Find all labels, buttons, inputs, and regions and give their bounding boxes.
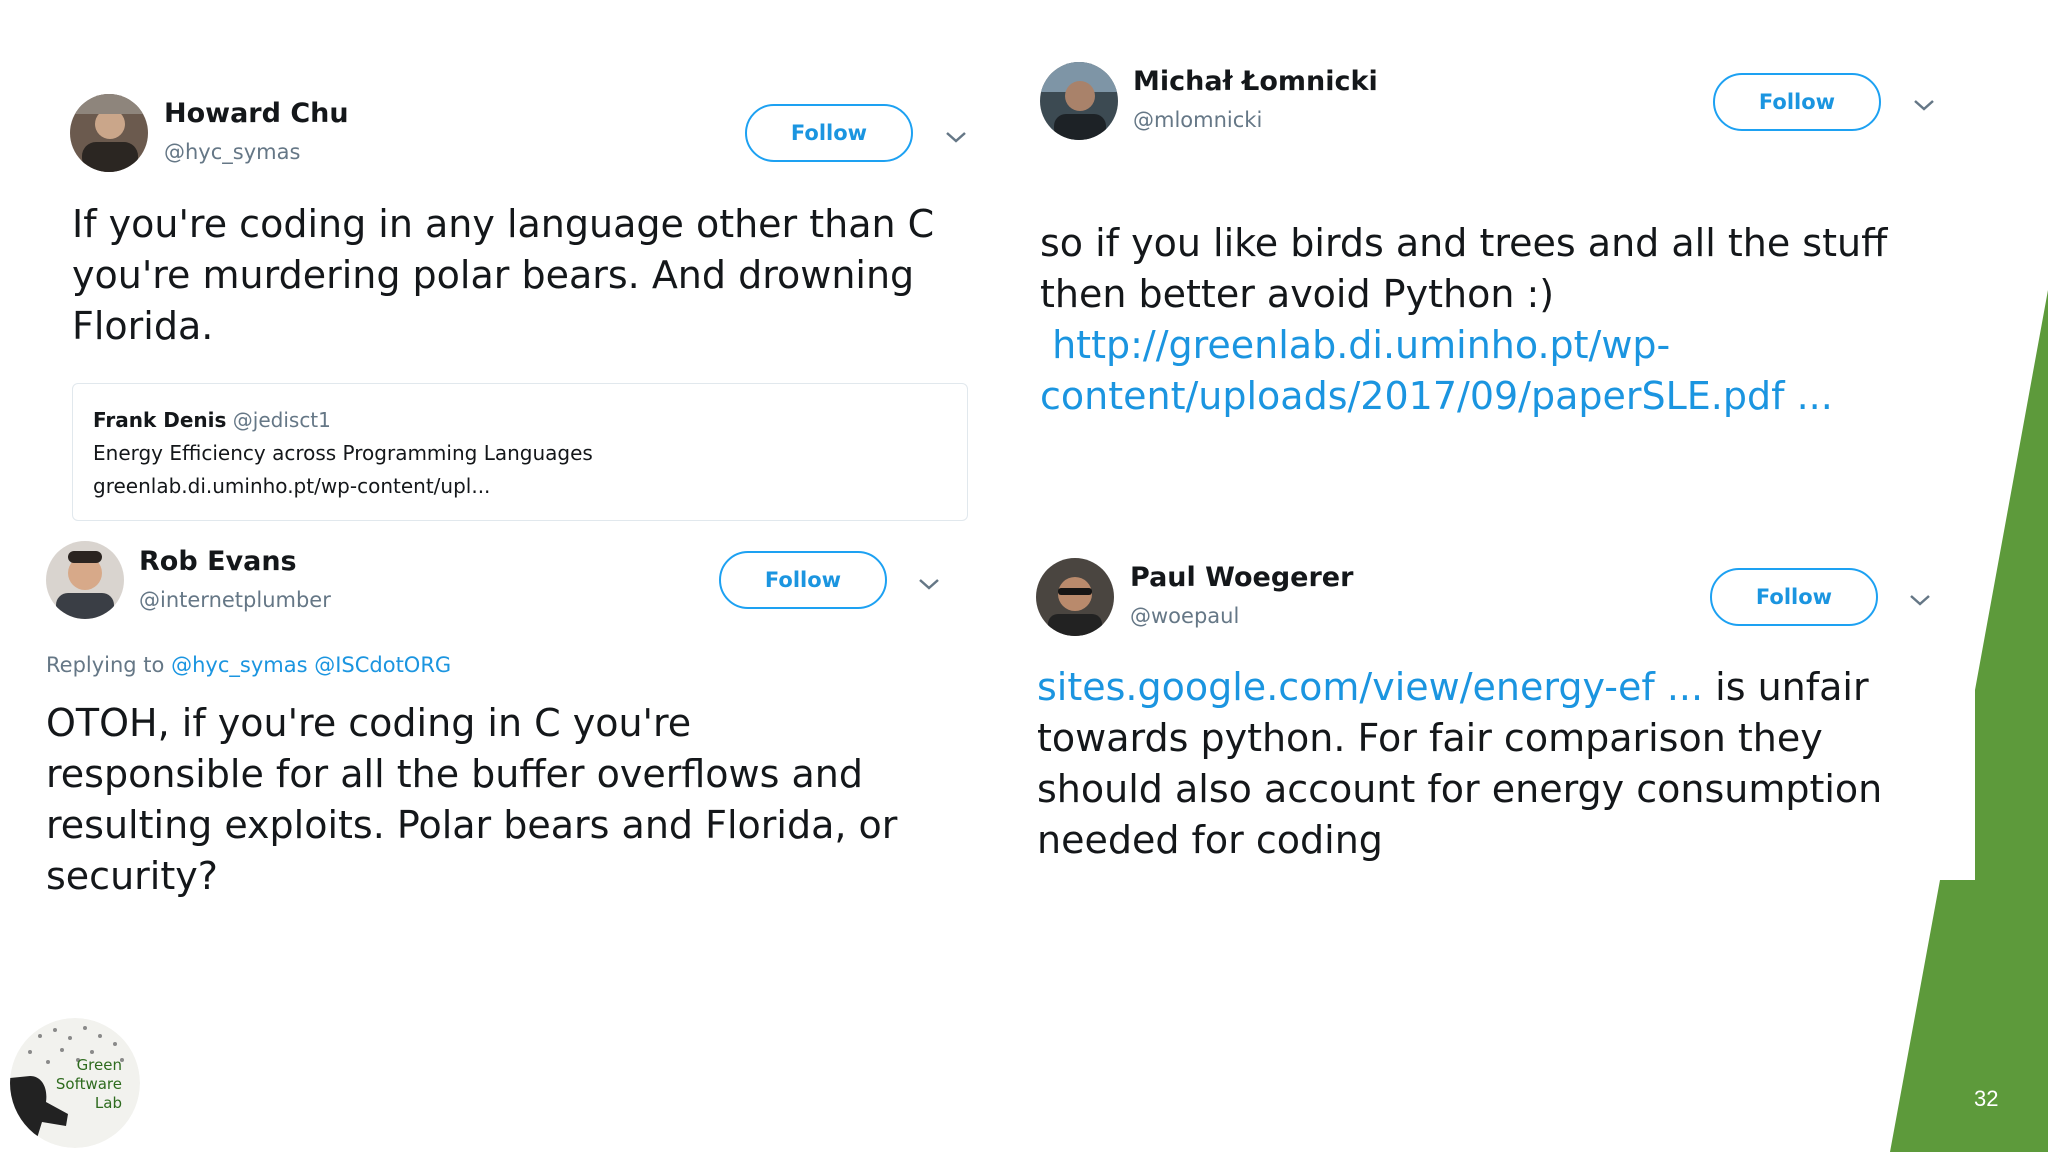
avatar[interactable] — [1040, 62, 1118, 140]
tweet-link[interactable]: sites.google.com/view/energy-ef ... — [1037, 665, 1703, 709]
tweet-text-line: OTOH, if you're coding in C you're — [46, 701, 692, 745]
avatar[interactable] — [1036, 558, 1114, 636]
tweet-text: If you're coding in any language other t… — [72, 199, 992, 352]
tweet-text-line: you're murdering polar bears. And drowni… — [72, 253, 915, 297]
quoted-tweet-card[interactable]: Frank Denis @jedisct1 Energy Efficiency … — [72, 383, 968, 521]
quote-url: greenlab.di.uminho.pt/wp-content/upl... — [93, 474, 491, 498]
tweet-text-segment: is unfair — [1703, 665, 1869, 709]
chevron-down-icon[interactable] — [944, 128, 968, 146]
quote-author-name: Frank Denis — [93, 408, 227, 432]
mention-link[interactable]: @hyc_symas — [171, 653, 307, 677]
tweet-text: so if you like birds and trees and all t… — [1040, 218, 1970, 422]
tweet-text-line: Florida. — [72, 304, 214, 348]
chevron-down-icon[interactable] — [1912, 96, 1936, 114]
tweet-text-line: sites.google.com/view/energy-ef ... is u… — [1037, 662, 1977, 713]
tweet-text-line: towards python. For fair comparison they — [1037, 716, 1823, 760]
tweet-text: OTOH, if you're coding in C you're respo… — [46, 698, 986, 902]
tweet-text-line: then better avoid Python :) — [1040, 272, 1555, 316]
follow-button[interactable]: Follow — [719, 551, 887, 609]
user-handle[interactable]: @woepaul — [1130, 604, 1239, 628]
replying-to: Replying to @hyc_symas @ISCdotORG — [46, 653, 451, 677]
tweet-text-line: security? — [46, 854, 218, 898]
quote-title: Energy Efficiency across Programming Lan… — [93, 441, 593, 465]
page-number: 32 — [1974, 1086, 1999, 1111]
chevron-down-icon[interactable] — [917, 575, 941, 593]
logo-text-line: Lab — [94, 1094, 122, 1112]
logo-text-line: Green — [76, 1056, 122, 1074]
tweet-text-line: needed for coding — [1037, 818, 1383, 862]
logo-text-line: Software — [55, 1075, 122, 1093]
follow-button[interactable]: Follow — [1710, 568, 1878, 626]
mention-link[interactable]: @ISCdotORG — [314, 653, 451, 677]
tweet-text-line: resulting exploits. Polar bears and Flor… — [46, 803, 898, 847]
chevron-down-icon[interactable] — [1908, 591, 1932, 609]
user-handle[interactable]: @mlomnicki — [1133, 108, 1262, 132]
tweet-text-line: so if you like birds and trees and all t… — [1040, 221, 1888, 265]
follow-button[interactable]: Follow — [1713, 73, 1881, 131]
display-name[interactable]: Rob Evans — [139, 546, 297, 577]
tweet-text-line: should also account for energy consumpti… — [1037, 767, 1883, 811]
tweet-link[interactable]: http://greenlab.di.uminho.pt/wp- — [1040, 320, 1970, 371]
green-software-lab-logo: Green Software Lab — [10, 1018, 140, 1148]
replying-prefix: Replying to — [46, 653, 165, 677]
quote-author: Frank Denis @jedisct1 — [93, 404, 947, 437]
user-handle[interactable]: @hyc_symas — [164, 140, 300, 164]
quote-author-handle: @jedisct1 — [232, 408, 331, 432]
display-name[interactable]: Michał Łomnicki — [1133, 66, 1378, 97]
display-name[interactable]: Howard Chu — [164, 98, 349, 129]
logo-text: Green Software Lab — [56, 1056, 122, 1113]
avatar[interactable] — [70, 94, 148, 172]
follow-button[interactable]: Follow — [745, 104, 913, 162]
avatar[interactable] — [46, 541, 124, 619]
tweet-text-line: responsible for all the buffer overflows… — [46, 752, 863, 796]
tweet-link[interactable]: content/uploads/2017/09/paperSLE.pdf ... — [1040, 371, 1970, 422]
display-name[interactable]: Paul Woegerer — [1130, 562, 1353, 593]
tweet-text-line: If you're coding in any language other t… — [72, 202, 935, 246]
tweet-text: sites.google.com/view/energy-ef ... is u… — [1037, 662, 1977, 866]
user-handle[interactable]: @internetplumber — [139, 588, 331, 612]
